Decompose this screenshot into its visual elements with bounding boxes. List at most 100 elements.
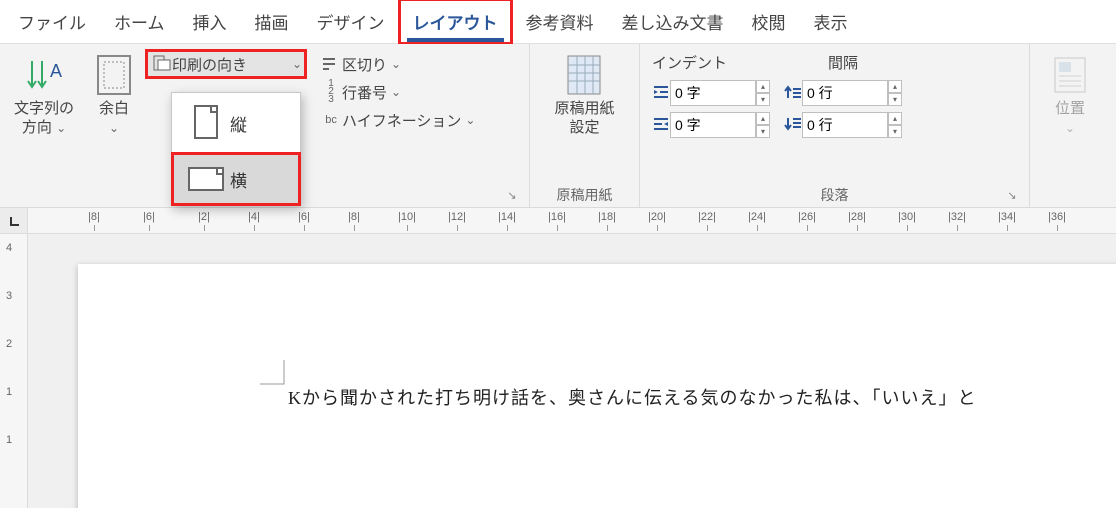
tab-design[interactable]: デザイン	[303, 0, 399, 44]
ruler-tick: |10|	[398, 211, 416, 223]
ruler-tick: |24|	[748, 211, 766, 223]
indent-left-input[interactable]	[670, 80, 756, 106]
tab-mailings[interactable]: 差し込み文書	[608, 0, 738, 44]
space-after-icon	[784, 116, 802, 135]
breaks-icon	[320, 55, 342, 73]
landscape-icon	[184, 163, 230, 195]
tab-stop-icon	[8, 215, 20, 227]
breaks-button[interactable]: 区切り ⌄	[316, 50, 479, 78]
genkou-label: 原稿用紙設定	[554, 100, 614, 138]
tab-insert[interactable]: 挿入	[179, 0, 241, 44]
group-arrange: 位置⌄	[1030, 44, 1110, 207]
paragraph-launcher-icon[interactable]: ↘	[1005, 189, 1019, 203]
tab-layout[interactable]: レイアウト	[399, 0, 512, 44]
line-numbers-icon: 123	[320, 80, 342, 104]
ruler-tick: |8|	[348, 211, 360, 223]
ruler-tick: 4	[6, 242, 12, 254]
portrait-icon	[184, 103, 230, 143]
text-direction-button[interactable]: A 文字列の方向 ⌄	[6, 48, 82, 183]
indent-right-input[interactable]	[670, 112, 756, 138]
ruler-tick: |6|	[298, 211, 310, 223]
ribbon-tabs: ファイル ホーム 挿入 描画 デザイン レイアウト 参考資料 差し込み文書 校閲…	[0, 0, 1116, 44]
document-scroll[interactable]: Kから聞かされた打ち明け話を、奥さんに伝える気のなかった私は、「いいえ」と	[28, 234, 1116, 508]
page-setup-launcher-icon[interactable]: ↘	[505, 189, 519, 203]
ruler-tick: |20|	[648, 211, 666, 223]
ruler-tick: 3	[6, 290, 12, 302]
ruler-row: |8||6||2||4||6||8||10||12||14||16||18||2…	[0, 208, 1116, 234]
tab-view[interactable]: 表示	[800, 0, 862, 44]
genkou-icon	[565, 52, 603, 98]
svg-text:A: A	[50, 61, 62, 81]
ruler-tick: |18|	[598, 211, 616, 223]
orientation-button[interactable]: 印刷の向き ⌄	[146, 50, 306, 78]
indent-left-field[interactable]: ▴▾	[652, 79, 770, 107]
tab-review[interactable]: 校閲	[738, 0, 800, 44]
indent-header: インデント	[652, 52, 770, 75]
position-button: 位置⌄	[1038, 48, 1102, 183]
ruler-tick: |30|	[898, 211, 916, 223]
tab-references[interactable]: 参考資料	[512, 0, 608, 44]
text-direction-label: 文字列の方向 ⌄	[14, 100, 74, 138]
orientation-portrait[interactable]: 縦	[172, 93, 300, 153]
ruler-tick: |8|	[88, 211, 100, 223]
portrait-label: 縦	[230, 111, 247, 136]
tab-home[interactable]: ホーム	[100, 0, 179, 44]
spacing-header: 間隔	[784, 52, 902, 75]
landscape-label: 横	[230, 167, 247, 192]
orientation-dropdown: 縦 横	[171, 92, 301, 206]
genkou-settings-button[interactable]: 原稿用紙設定	[546, 48, 622, 183]
ruler-tick: |22|	[698, 211, 716, 223]
hyphenation-icon: bc	[320, 114, 342, 126]
ruler-tick: |16|	[548, 211, 566, 223]
tab-file[interactable]: ファイル	[4, 0, 100, 44]
vertical-ruler[interactable]: 4 3 2 1 1	[0, 234, 28, 508]
line-numbers-button[interactable]: 123 行番号 ⌄	[316, 78, 479, 106]
position-icon	[1053, 52, 1087, 98]
indent-right-icon	[652, 116, 670, 135]
indent-right-field[interactable]: ▴▾	[652, 111, 770, 139]
ruler-tick: 1	[6, 434, 12, 446]
orientation-icon	[150, 54, 172, 74]
document-area: 4 3 2 1 1 Kから聞かされた打ち明け話を、奥さんに伝える気のなかった私は、「いい…	[0, 234, 1116, 508]
space-before-icon	[784, 84, 802, 103]
ruler-tick: 2	[6, 338, 12, 350]
space-after-field[interactable]: ▴▾	[784, 111, 902, 139]
ruler-tick: |34|	[998, 211, 1016, 223]
document-body-text[interactable]: Kから聞かされた打ち明け話を、奥さんに伝える気のなかった私は、「いいえ」と	[288, 384, 968, 410]
ruler-corner	[0, 208, 28, 233]
group-genkou-label: 原稿用紙	[536, 183, 633, 205]
ruler-tick: |4|	[248, 211, 260, 223]
text-direction-icon: A	[24, 52, 64, 98]
ruler-tick: |26|	[798, 211, 816, 223]
space-before-input[interactable]	[802, 80, 888, 106]
page: Kから聞かされた打ち明け話を、奥さんに伝える気のなかった私は、「いいえ」と	[78, 264, 1116, 508]
space-before-spinner[interactable]: ▴▾	[888, 80, 902, 106]
group-paragraph: インデント ▴▾ ▴▾ 間隔 ▴▾	[640, 44, 1030, 207]
horizontal-ruler[interactable]: |8||6||2||4||6||8||10||12||14||16||18||2…	[28, 208, 1116, 233]
tab-draw[interactable]: 描画	[241, 0, 303, 44]
indent-right-spinner[interactable]: ▴▾	[756, 112, 770, 138]
ruler-tick: |36|	[1048, 211, 1066, 223]
indent-left-icon	[652, 84, 670, 103]
ruler-tick: 1	[6, 386, 12, 398]
ruler-tick: |32|	[948, 211, 966, 223]
group-genkou: 原稿用紙設定 原稿用紙	[530, 44, 640, 207]
space-before-field[interactable]: ▴▾	[784, 79, 902, 107]
space-after-spinner[interactable]: ▴▾	[888, 112, 902, 138]
ribbon: A 文字列の方向 ⌄ 余白⌄ 印刷の向き ⌄	[0, 44, 1116, 208]
orientation-landscape[interactable]: 横	[172, 153, 300, 205]
margins-label: 余白⌄	[99, 100, 129, 138]
ruler-tick: |6|	[143, 211, 155, 223]
hyphenation-button[interactable]: bc ハイフネーション ⌄	[316, 106, 479, 134]
ruler-tick: |28|	[848, 211, 866, 223]
group-paragraph-label: 段落 ↘	[646, 183, 1023, 205]
ruler-tick: |2|	[198, 211, 210, 223]
line-numbers-label: 行番号	[342, 82, 387, 103]
orientation-label: 印刷の向き	[172, 54, 247, 75]
breaks-label: 区切り	[342, 54, 387, 75]
indent-left-spinner[interactable]: ▴▾	[756, 80, 770, 106]
margins-button[interactable]: 余白⌄	[82, 48, 146, 183]
margins-icon	[96, 52, 132, 98]
space-after-input[interactable]	[802, 112, 888, 138]
hyphenation-label: ハイフネーション	[342, 110, 461, 131]
